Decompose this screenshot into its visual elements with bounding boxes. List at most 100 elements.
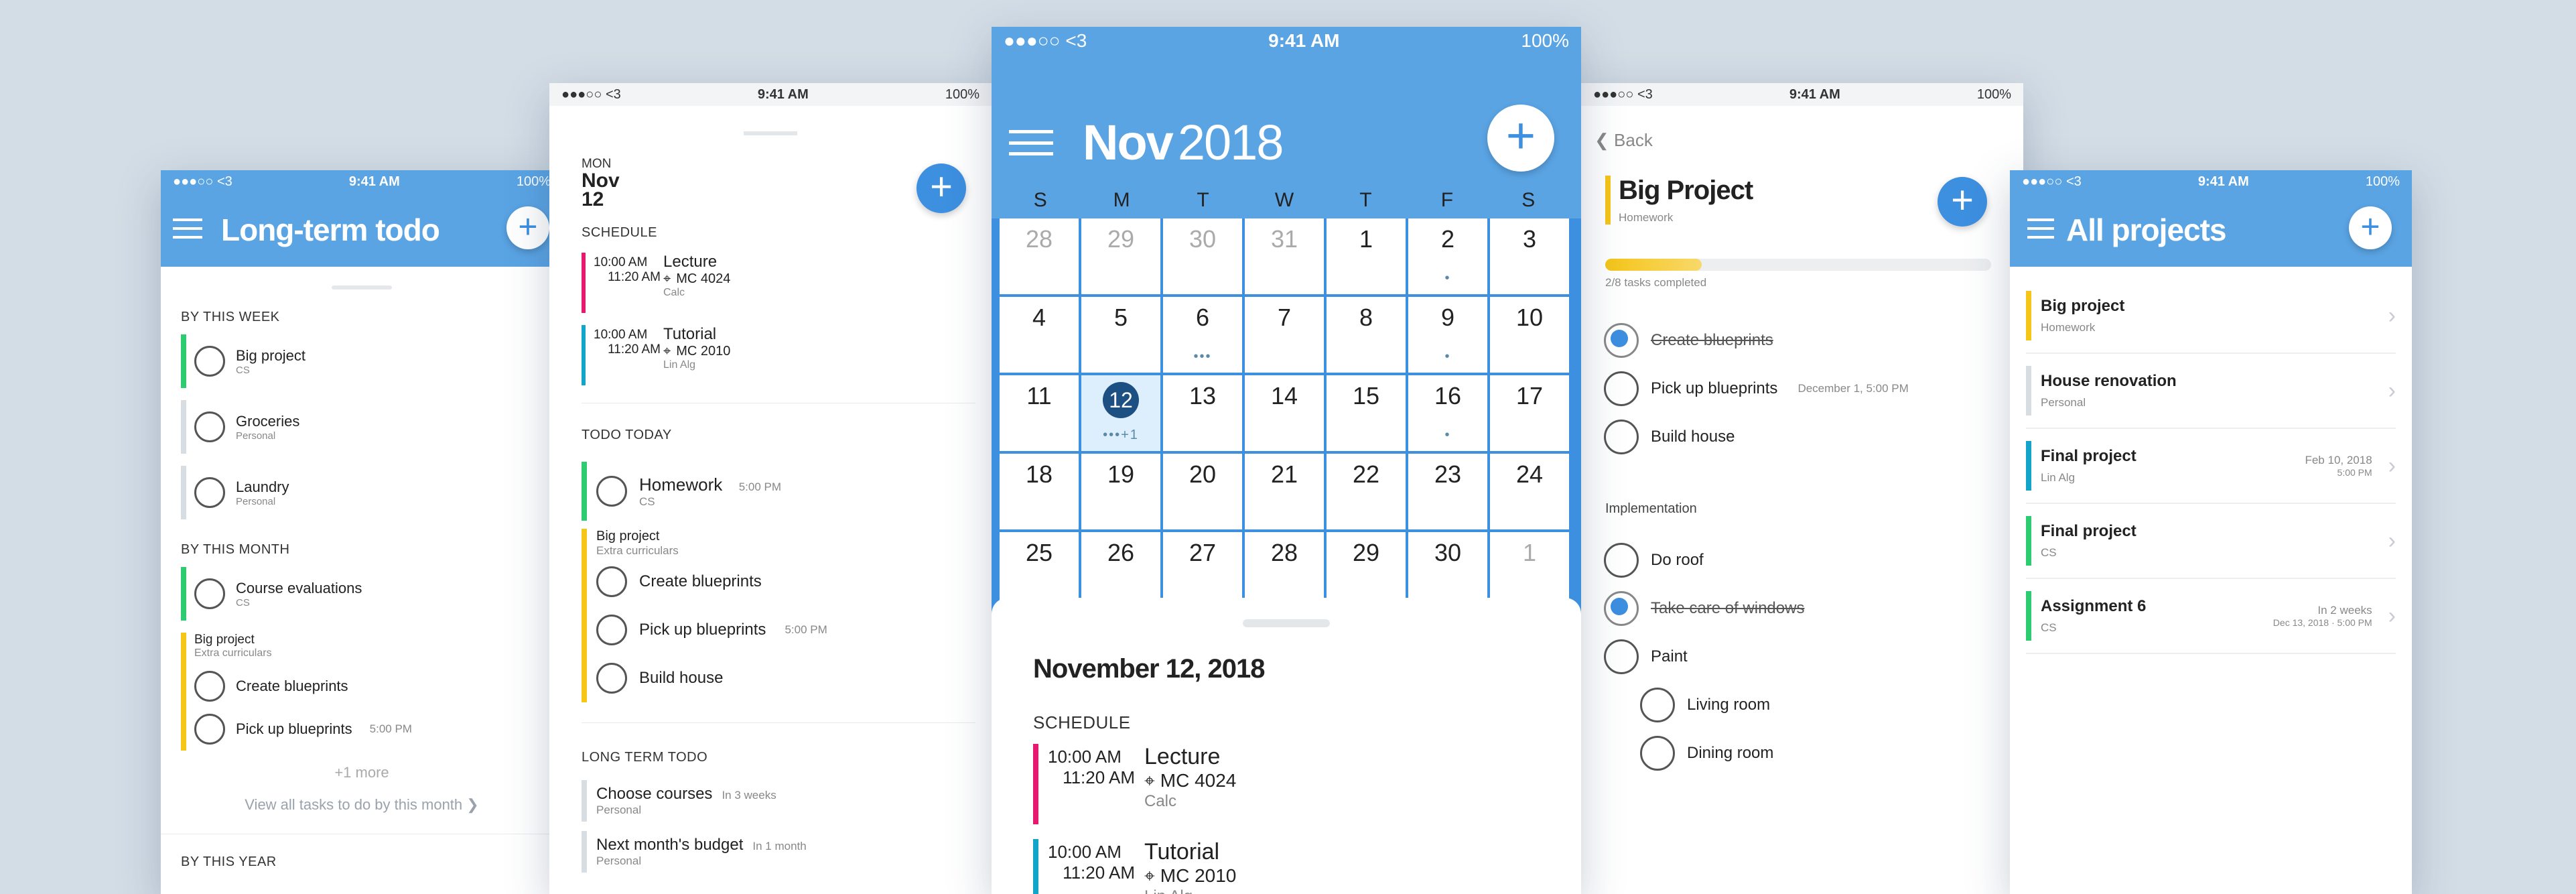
project-row[interactable]: Final project CS › <box>2026 504 2396 579</box>
checkbox[interactable] <box>1640 736 1675 771</box>
checkbox[interactable] <box>596 476 627 507</box>
calendar-day[interactable]: 23 <box>1408 454 1487 529</box>
checkbox[interactable] <box>194 477 225 508</box>
calendar-day[interactable]: 17 <box>1490 375 1569 451</box>
calendar-day[interactable]: 9 • <box>1408 297 1487 373</box>
checkbox[interactable] <box>194 578 225 609</box>
calendar-day[interactable]: 6 ••• <box>1163 297 1242 373</box>
checkbox[interactable] <box>596 615 627 645</box>
drag-handle[interactable] <box>332 285 392 290</box>
menu-icon[interactable] <box>173 218 202 239</box>
checkbox[interactable] <box>194 346 225 377</box>
calendar-day[interactable]: 14 <box>1245 375 1324 451</box>
calendar-day[interactable]: 30 <box>1408 532 1487 608</box>
calendar-day[interactable]: 22 <box>1327 454 1406 529</box>
task-item[interactable]: Create blueprints <box>1604 316 2010 365</box>
calendar-day[interactable]: 28 <box>1000 218 1079 294</box>
view-all-link[interactable]: View all tasks to do by this month ❯ <box>181 796 543 814</box>
todo-item[interactable]: Groceries Personal <box>181 400 543 454</box>
long-term-item[interactable]: Next month's budget In 1 month Personal <box>582 831 975 873</box>
checkbox[interactable] <box>1604 323 1639 358</box>
add-task-button[interactable]: + <box>1938 177 1987 227</box>
event-item[interactable]: 10:00 AM 11:20 AM Lecture ⌖ MC 4024 Calc <box>582 253 975 313</box>
add-button[interactable]: + <box>2349 206 2392 249</box>
todo-item[interactable]: Big project CS <box>181 334 543 388</box>
add-button[interactable]: + <box>917 164 966 213</box>
group-color-bar <box>582 529 587 702</box>
project-row[interactable]: Big project Homework › <box>2026 279 2396 354</box>
event-item[interactable]: 10:00 AM11:20 AMTutorial⌖MC 2010Lin Alg <box>582 325 975 385</box>
calendar-day[interactable]: 8 <box>1327 297 1406 373</box>
checkbox[interactable] <box>194 714 225 745</box>
calendar-day[interactable]: 25 <box>1000 532 1079 608</box>
add-event-button[interactable]: + <box>1487 105 1554 172</box>
task-item[interactable]: Pick up blueprints December 1, 5:00 PM <box>1604 365 2010 413</box>
checkbox[interactable] <box>1604 639 1639 674</box>
calendar-day[interactable]: 10 <box>1490 297 1569 373</box>
calendar-day[interactable]: 29 <box>1081 218 1160 294</box>
calendar-day[interactable]: 1 <box>1327 218 1406 294</box>
calendar-day[interactable]: 21 <box>1245 454 1324 529</box>
project-row[interactable]: Final project Lin Alg Feb 10, 2018 5:00 PM › <box>2026 429 2396 504</box>
checkbox[interactable] <box>1604 420 1639 454</box>
calendar-day[interactable]: 19 <box>1081 454 1160 529</box>
checkbox[interactable] <box>596 566 627 597</box>
calendar-day[interactable]: 3 <box>1490 218 1569 294</box>
more-link[interactable]: +1 more <box>181 764 543 781</box>
task-item[interactable]: Do roof <box>1604 536 2010 584</box>
todo-item[interactable]: Laundry Personal <box>181 466 543 519</box>
todo-item[interactable]: Pick up blueprints 5:00 PM <box>194 708 543 751</box>
calendar-day[interactable]: 12 •••+1 <box>1081 375 1160 451</box>
checkbox[interactable] <box>1604 543 1639 578</box>
chevron-down-icon[interactable] <box>744 115 797 135</box>
calendar-day[interactable]: 4 <box>1000 297 1079 373</box>
checkbox[interactable] <box>194 411 225 442</box>
calendar-day[interactable]: 15 <box>1327 375 1406 451</box>
project-row[interactable]: Assignment 6 CS In 2 weeks Dec 13, 2018 · 5… <box>2026 579 2396 654</box>
checkbox[interactable] <box>1604 371 1639 406</box>
checkbox[interactable] <box>596 663 627 694</box>
task-item[interactable]: Paint <box>1604 633 2010 681</box>
todo-item[interactable]: Course evaluations CS <box>181 567 543 621</box>
todo-item[interactable]: Create blueprints <box>194 665 543 708</box>
homework-item[interactable]: Homework 5:00 PM CS <box>582 462 975 521</box>
calendar-day[interactable]: 28 <box>1245 532 1324 608</box>
calendar-day[interactable]: 26 <box>1081 532 1160 608</box>
calendar-day[interactable]: 24 <box>1490 454 1569 529</box>
todo-item[interactable]: Pick up blueprints 5:00 PM <box>596 606 975 654</box>
menu-icon[interactable] <box>2027 218 2054 239</box>
todo-item[interactable]: Build house <box>596 654 975 702</box>
calendar-day[interactable]: 27 <box>1163 532 1242 608</box>
drag-handle[interactable] <box>1243 619 1330 627</box>
calendar-day[interactable]: 2 • <box>1408 218 1487 294</box>
item-name: Course evaluations <box>236 579 362 596</box>
calendar-day[interactable]: 18 <box>1000 454 1079 529</box>
checkbox[interactable] <box>194 671 225 702</box>
event-item[interactable]: 10:00 AM11:20 AMTutorial⌖MC 2010Lin Alg <box>1033 839 1540 894</box>
event-item[interactable]: 10:00 AM 11:20 AM Lecture ⌖ MC 4024 Calc <box>1033 744 1540 824</box>
task-name: Paint <box>1651 647 1688 665</box>
project-row[interactable]: House renovation Personal › <box>2026 354 2396 429</box>
calendar-day[interactable]: 31 <box>1245 218 1324 294</box>
menu-icon[interactable] <box>1009 130 1053 155</box>
calendar-day[interactable]: 7 <box>1245 297 1324 373</box>
checkbox[interactable] <box>1640 688 1675 722</box>
calendar-day[interactable]: 30 <box>1163 218 1242 294</box>
calendar-day[interactable]: 5 <box>1081 297 1160 373</box>
subtask-item[interactable]: Dining room <box>1604 729 2010 777</box>
calendar-day[interactable]: 13 <box>1163 375 1242 451</box>
subtask-item[interactable]: Living room <box>1604 681 2010 729</box>
add-button[interactable]: + <box>506 206 549 249</box>
long-term-item[interactable]: Choose courses In 3 weeks Personal <box>582 780 975 822</box>
task-item[interactable]: Build house <box>1604 413 2010 461</box>
calendar-day[interactable]: 16 • <box>1408 375 1487 451</box>
task-item[interactable]: Take care of windows <box>1604 584 2010 633</box>
task-time: December 1, 5:00 PM <box>1798 382 1909 395</box>
calendar-day[interactable]: 29 <box>1327 532 1406 608</box>
checkbox[interactable] <box>1604 591 1639 626</box>
calendar-day[interactable]: 20 <box>1163 454 1242 529</box>
todo-item[interactable]: Create blueprints <box>596 558 975 606</box>
calendar-day[interactable]: 1 <box>1490 532 1569 608</box>
back-button[interactable]: ❮ Back <box>1595 130 1653 151</box>
calendar-day[interactable]: 11 <box>1000 375 1079 451</box>
